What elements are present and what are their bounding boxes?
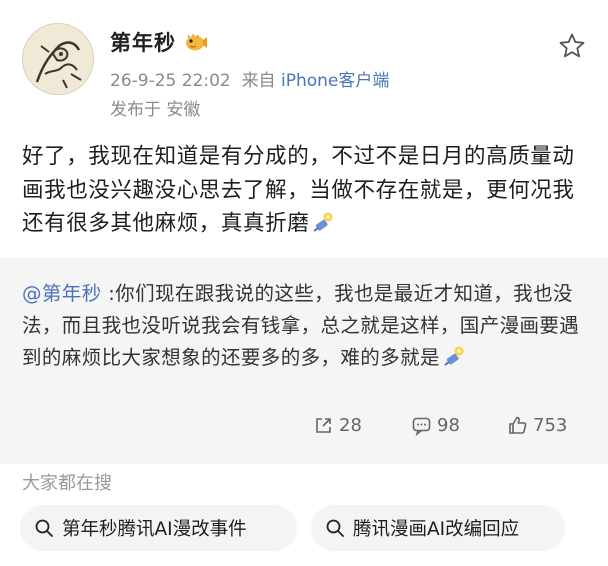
candle-emoji-icon <box>313 212 333 232</box>
search-chip-label: 腾讯漫画AI改编回应 <box>353 519 520 540</box>
author-row: 第年秒 <box>110 27 208 57</box>
post-text: 好了，我现在知道是有分成的，不过不是日月的高质量动画我也没兴趣没心思去了解，当做… <box>22 144 575 236</box>
repost-button[interactable]: 28 <box>313 415 362 436</box>
post-location: 发布于 安徽 <box>110 100 201 120</box>
star-outline-icon[interactable] <box>558 32 586 60</box>
quoted-post[interactable]: @第年秒 :你们现在跟我说的这些，我也是最近才知道，我也没法，而且我也没听说我会… <box>0 258 608 464</box>
post-timestamp: 26-9-25 22:02 <box>110 71 231 91</box>
post-source-prefix: 来自 <box>241 71 276 91</box>
comment-button[interactable]: 98 <box>411 415 460 436</box>
pufferfish-badge-icon[interactable] <box>184 32 208 52</box>
quoted-text: @第年秒 :你们现在跟我说的这些，我也是最近才知道，我也没法，而且我也没听说我会… <box>22 278 592 374</box>
quoted-author-mention[interactable]: @第年秒 <box>22 282 102 305</box>
comment-icon <box>412 417 431 436</box>
post-body: 好了，我现在知道是有分成的，不过不是日月的高质量动画我也没兴趣没心思去了解，当做… <box>22 140 592 241</box>
search-chip-label: 第年秒腾讯AI漫改事件 <box>62 519 247 540</box>
trending-search-chip[interactable]: 腾讯漫画AI改编回应 <box>311 505 565 551</box>
thumbs-up-icon <box>509 416 527 434</box>
like-button[interactable]: 753 <box>507 415 567 436</box>
comment-count: 98 <box>437 415 460 436</box>
like-count: 753 <box>533 415 568 436</box>
post-header: 第年秒 26-9-25 22:02 来自 iPhone客户端 发布于 安徽 <box>0 0 608 125</box>
repost-count: 28 <box>339 415 362 436</box>
avatar-illustration-icon <box>23 24 93 94</box>
post-source[interactable]: iPhone客户端 <box>281 71 389 91</box>
repost-icon <box>316 418 331 433</box>
post-meta: 26-9-25 22:02 来自 iPhone客户端 <box>110 66 389 91</box>
candle-emoji-icon <box>444 346 464 366</box>
avatar[interactable] <box>22 23 94 95</box>
trending-search-chip[interactable]: 第年秒腾讯AI漫改事件 <box>20 505 297 551</box>
search-icon <box>35 519 53 537</box>
author-name[interactable]: 第年秒 <box>110 27 176 57</box>
trending-search-title: 大家都在搜 <box>22 473 112 494</box>
search-icon <box>326 519 344 537</box>
quoted-body: :你们现在跟我说的这些，我也是最近才知道，我也没法，而且我也没听说我会有钱拿，总… <box>22 282 580 369</box>
